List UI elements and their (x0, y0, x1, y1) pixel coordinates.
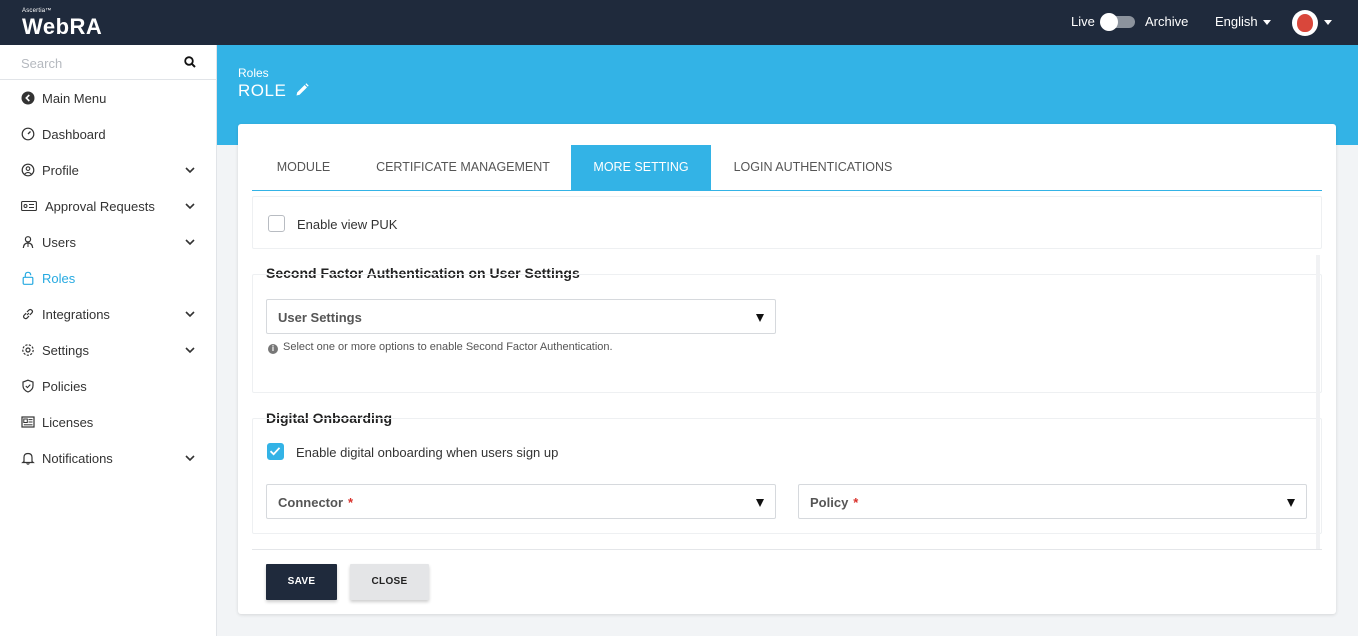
enable-onboarding-checkbox[interactable] (267, 443, 284, 460)
sidebar-item-roles[interactable]: Roles (0, 260, 216, 296)
page-title: ROLE (238, 81, 287, 100)
search-icon[interactable] (184, 56, 196, 68)
user-circle-icon (21, 163, 35, 177)
license-icon (21, 415, 35, 429)
policy-label: Policy (810, 495, 849, 510)
chevron-down-icon (185, 167, 195, 174)
save-button[interactable]: SAVE (266, 564, 337, 600)
top-bar: Ascertia™ WebRA Live Archive English (0, 0, 1358, 45)
second-factor-hint-text: Select one or more options to enable Sec… (283, 341, 613, 353)
check-icon (269, 447, 281, 456)
scrollbar[interactable] (1316, 255, 1320, 549)
shield-icon (21, 379, 35, 393)
sidebar-item-settings[interactable]: Settings (0, 332, 216, 368)
sidebar-item-users[interactable]: Users (0, 224, 216, 260)
gear-icon (21, 343, 35, 357)
avatar[interactable] (1292, 10, 1318, 36)
caret-down-icon (1287, 499, 1295, 507)
tab-module[interactable]: MODULE (252, 145, 355, 190)
brand-logo[interactable]: WebRA (22, 14, 102, 40)
tab-login-authentications[interactable]: LOGIN AUTHENTICATIONS (711, 145, 915, 190)
bell-icon (21, 451, 35, 465)
breadcrumb[interactable]: Roles (238, 66, 269, 80)
connector-select[interactable]: Connector * (266, 484, 776, 519)
info-icon: i (268, 344, 278, 354)
sidebar-item-integrations[interactable]: Integrations (0, 296, 216, 332)
live-label: Live (1071, 14, 1095, 29)
sidebar-item-approval-requests[interactable]: Approval Requests (0, 188, 216, 224)
chevron-down-icon (185, 311, 195, 318)
sidebar-item-label: Settings (42, 342, 89, 358)
archive-label: Archive (1145, 14, 1189, 29)
search-input[interactable] (21, 54, 181, 72)
gauge-icon (21, 127, 35, 141)
pencil-icon[interactable] (295, 83, 309, 97)
id-card-icon (21, 199, 37, 213)
role-card: MODULE CERTIFICATE MANAGEMENT MORE SETTI… (238, 124, 1336, 614)
chevron-down-icon (1262, 20, 1271, 26)
policy-select-value: Policy * (810, 495, 858, 510)
lock-icon (21, 271, 35, 285)
chevron-down-icon[interactable] (1324, 20, 1332, 25)
sidebar-item-label: Roles (42, 270, 76, 286)
sidebar-item-label: Policies (42, 378, 87, 394)
chevron-down-icon (185, 239, 195, 246)
sidebar-item-dashboard[interactable]: Dashboard (0, 116, 216, 152)
enable-view-puk-checkbox[interactable] (268, 215, 285, 232)
required-mark: * (853, 495, 859, 510)
sidebar-item-label: Profile (42, 162, 79, 178)
user-settings-value: User Settings (278, 310, 362, 325)
puk-section: Enable view PUK (252, 196, 1322, 249)
chevron-down-icon (185, 203, 195, 210)
sidebar-item-label: Licenses (42, 414, 94, 430)
search-bar (0, 45, 216, 80)
chevron-down-icon (185, 455, 195, 462)
toggle-knob (1100, 13, 1118, 31)
sidebar-item-label: Users (42, 234, 76, 250)
live-archive-toggle[interactable] (1100, 13, 1135, 31)
connector-label: Connector (278, 495, 343, 510)
back-circle-icon (21, 91, 35, 105)
required-mark: * (348, 495, 354, 510)
language-label: English (1215, 14, 1258, 29)
sidebar-item-label: Main Menu (42, 90, 107, 106)
users-icon (21, 235, 35, 249)
footer-divider (252, 549, 1322, 550)
chevron-down-icon (185, 347, 195, 354)
language-selector[interactable]: English (1215, 14, 1271, 29)
user-settings-select[interactable]: User Settings (266, 299, 776, 334)
tab-bar: MODULE CERTIFICATE MANAGEMENT MORE SETTI… (252, 145, 1322, 191)
policy-select[interactable]: Policy * (798, 484, 1307, 519)
sidebar-item-label: Approval Requests (45, 198, 155, 214)
sidebar-item-label: Integrations (42, 306, 110, 322)
avatar-image (1297, 14, 1313, 32)
enable-onboarding-label: Enable digital onboarding when users sig… (296, 445, 559, 460)
caret-down-icon (756, 314, 764, 322)
sidebar-item-licenses[interactable]: Licenses (0, 404, 216, 440)
enable-view-puk-label: Enable view PUK (297, 217, 398, 232)
sidebar-item-label: Notifications (42, 450, 113, 466)
sidebar-item-label: Dashboard (42, 126, 106, 142)
sidebar-item-profile[interactable]: Profile (0, 152, 216, 188)
tab-certificate-management[interactable]: CERTIFICATE MANAGEMENT (355, 145, 571, 190)
link-icon (21, 307, 35, 321)
sidebar: Main Menu Dashboard Profile Approval Req… (0, 45, 217, 636)
second-factor-hint: i Select one or more options to enable Se… (268, 341, 613, 354)
sidebar-item-policies[interactable]: Policies (0, 368, 216, 404)
sidebar-item-notifications[interactable]: Notifications (0, 440, 216, 476)
close-button[interactable]: CLOSE (350, 564, 429, 600)
caret-down-icon (756, 499, 764, 507)
sidebar-item-main-menu[interactable]: Main Menu (0, 80, 216, 116)
connector-select-value: Connector * (278, 495, 353, 510)
sidebar-menu: Main Menu Dashboard Profile Approval Req… (0, 80, 216, 476)
tab-more-setting[interactable]: MORE SETTING (571, 145, 711, 190)
